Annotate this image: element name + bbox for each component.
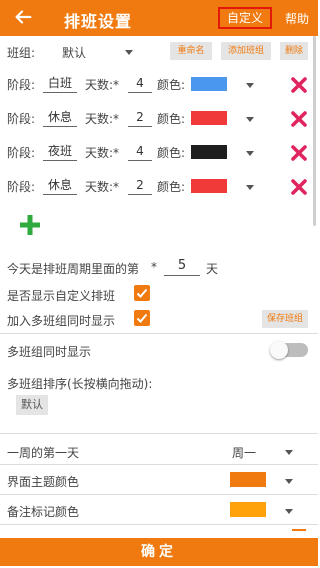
stage-label: 阶段: (7, 78, 36, 92)
close-x-icon[interactable] (290, 76, 308, 94)
caret-down-icon[interactable] (246, 151, 254, 156)
week-start-value[interactable]: 周一 (232, 444, 256, 461)
help-button[interactable]: 帮助 (285, 10, 309, 27)
group-select-value[interactable]: 默认 (62, 44, 86, 61)
close-x-icon[interactable] (290, 110, 308, 128)
color-label: 颜色: (157, 112, 186, 126)
divider (0, 433, 318, 434)
stage-row: 阶段: 夜班 天数:* 4 颜色: (0, 141, 318, 163)
checkmark-icon (136, 288, 148, 298)
app-bar: 排班设置 自定义 帮助 (0, 0, 318, 36)
theme-color-row[interactable]: 界面主题颜色 (0, 470, 318, 490)
note-color-row[interactable]: 备注标记颜色 (0, 500, 318, 520)
cycle-day-prefix: 今天是排班周期里面的第 (7, 262, 140, 276)
show-custom-row: 是否显示自定义排班 (0, 284, 318, 304)
arrow-left-icon[interactable] (12, 6, 34, 28)
days-input[interactable]: 4 (128, 143, 152, 161)
add-group-button[interactable]: 添加班组 (221, 42, 271, 60)
group-chip[interactable]: 默认 (16, 395, 48, 415)
stage-name-input[interactable]: 夜班 (43, 143, 77, 161)
week-start-label: 一周的第一天 (7, 446, 80, 460)
close-x-icon[interactable] (290, 178, 308, 196)
stage-name-input[interactable]: 休息 (43, 109, 77, 127)
page-title: 排班设置 (64, 12, 133, 31)
multi-sort-label: 多班组排序(长按横向拖动): (7, 377, 153, 391)
caret-down-icon[interactable] (246, 117, 254, 122)
days-input[interactable]: 2 (128, 109, 152, 127)
color-swatch[interactable] (191, 77, 227, 91)
stage-row: 阶段: 休息 天数:* 2 颜色: (0, 107, 318, 129)
divider (0, 524, 318, 525)
color-label: 颜色: (157, 180, 186, 194)
stage-row: 阶段: 休息 天数:* 2 颜色: (0, 175, 318, 197)
color-swatch[interactable] (191, 111, 227, 125)
days-input[interactable]: 4 (128, 75, 152, 93)
custom-button[interactable]: 自定义 (218, 7, 272, 29)
confirm-button[interactable]: 确定 (0, 538, 318, 566)
theme-color-swatch[interactable] (230, 472, 266, 487)
divider (0, 494, 318, 495)
stage-label: 阶段: (7, 146, 36, 160)
cycle-day-row: 今天是排班周期里面的第 * 5 天 (0, 256, 318, 278)
stage-name-input[interactable]: 休息 (43, 177, 77, 195)
checkmark-icon (136, 313, 148, 323)
join-multi-row: 加入多班组同时显示 保存班组 (0, 309, 318, 329)
show-custom-checkbox[interactable] (134, 285, 150, 301)
caret-down-icon[interactable] (246, 185, 254, 190)
multi-show-row: 多班组同时显示 (0, 340, 318, 360)
caret-down-icon[interactable] (125, 50, 133, 55)
close-x-icon[interactable] (290, 144, 308, 162)
multi-show-label: 多班组同时显示 (7, 345, 92, 359)
delete-group-button[interactable]: 删除 (280, 42, 308, 60)
divider (0, 464, 318, 465)
stage-label: 阶段: (7, 112, 36, 126)
color-label: 颜色: (157, 146, 186, 160)
group-label: 班组: (7, 46, 36, 60)
peek-bar (292, 529, 306, 531)
plus-icon[interactable] (18, 213, 42, 237)
days-input[interactable]: 2 (128, 177, 152, 195)
join-multi-label: 加入多班组同时显示 (7, 314, 116, 328)
color-swatch[interactable] (191, 179, 227, 193)
join-multi-checkbox[interactable] (134, 310, 150, 326)
caret-down-icon[interactable] (246, 83, 254, 88)
note-color-label: 备注标记颜色 (7, 505, 80, 519)
divider (0, 333, 318, 334)
show-custom-label: 是否显示自定义排班 (7, 289, 116, 303)
stage-row: 阶段: 白班 天数:* 4 颜色: (0, 73, 318, 95)
cycle-day-suffix: 天 (206, 262, 219, 276)
days-label: 天数:* (85, 78, 120, 92)
required-star: * (151, 260, 157, 274)
note-color-swatch[interactable] (230, 502, 266, 517)
toggle-knob[interactable] (270, 341, 288, 359)
caret-down-icon[interactable] (285, 479, 293, 484)
cycle-day-input[interactable]: 5 (164, 257, 200, 276)
multi-sort-row: 多班组排序(长按横向拖动): (0, 372, 318, 392)
theme-color-label: 界面主题颜色 (7, 475, 80, 489)
save-group-button[interactable]: 保存班组 (262, 310, 308, 328)
caret-down-icon[interactable] (285, 509, 293, 514)
rename-button[interactable]: 重命名 (170, 42, 212, 60)
week-start-row[interactable]: 一周的第一天 周一 (0, 441, 318, 461)
stage-name-input[interactable]: 白班 (43, 75, 77, 93)
caret-down-icon[interactable] (285, 450, 293, 455)
scrollbar[interactable] (313, 36, 316, 226)
group-row: 班组: 默认 重命名 添加班组 删除 (0, 40, 318, 62)
days-label: 天数:* (85, 180, 120, 194)
color-swatch[interactable] (191, 145, 227, 159)
stage-label: 阶段: (7, 180, 36, 194)
days-label: 天数:* (85, 146, 120, 160)
days-label: 天数:* (85, 112, 120, 126)
color-label: 颜色: (157, 78, 186, 92)
